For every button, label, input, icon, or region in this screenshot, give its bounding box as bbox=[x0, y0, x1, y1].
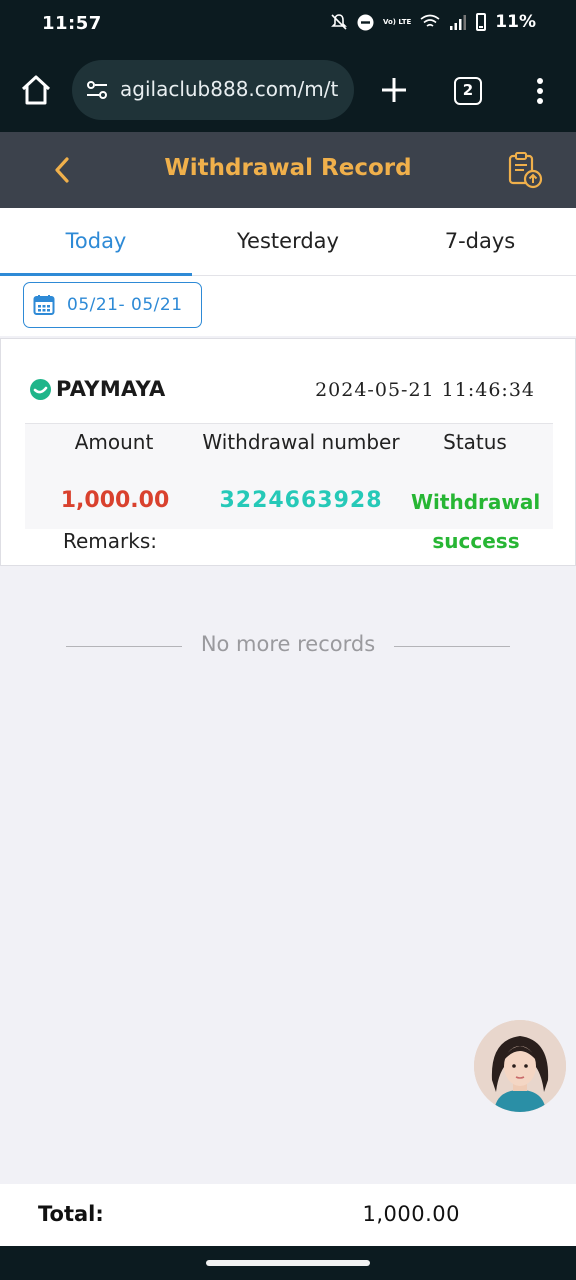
avatar-portrait-icon bbox=[474, 1020, 566, 1112]
date-range-picker[interactable]: 05/21- 05/21 bbox=[23, 282, 202, 328]
record-datetime: 2024-05-21 11:46:34 bbox=[315, 379, 535, 401]
url-text[interactable]: agilaclub888.com/m/t bbox=[120, 77, 338, 101]
tab-today[interactable]: Today bbox=[0, 208, 192, 276]
remarks-label: Remarks: bbox=[63, 529, 158, 553]
header-amount: Amount bbox=[74, 430, 154, 454]
address-bar[interactable]: agilaclub888.com/m/t bbox=[72, 60, 354, 120]
wifi-icon bbox=[420, 14, 440, 27]
header-withdrawal-number: Withdrawal number bbox=[202, 430, 400, 454]
customer-service-avatar[interactable] bbox=[474, 1020, 566, 1112]
site-settings-icon[interactable] bbox=[84, 77, 110, 103]
paymaya-logo-icon bbox=[30, 378, 51, 400]
page-title: Withdrawal Record bbox=[164, 155, 412, 181]
record-amount: 1,000.00 bbox=[60, 488, 170, 513]
system-navigation-bar bbox=[0, 1246, 576, 1280]
date-range-text: 05/21- 05/21 bbox=[67, 295, 183, 315]
tab-yesterday[interactable]: Yesterday bbox=[192, 208, 384, 276]
payment-method: PAYMAYA bbox=[29, 377, 166, 401]
header-status: Status bbox=[443, 430, 507, 454]
date-tabs: Today Yesterday 7-days bbox=[0, 208, 576, 276]
no-more-records-divider: No more records bbox=[66, 630, 510, 660]
total-footer: Total: 1,000.00 bbox=[0, 1184, 576, 1246]
more-menu-icon[interactable] bbox=[530, 76, 550, 106]
no-more-records-text: No more records bbox=[200, 632, 376, 656]
silent-bell-icon bbox=[331, 14, 347, 30]
clipboard-upload-icon[interactable] bbox=[504, 150, 544, 190]
home-gesture-handle[interactable] bbox=[206, 1260, 370, 1266]
record-status-line2: success bbox=[432, 529, 520, 553]
battery-icon bbox=[476, 13, 487, 31]
browser-toolbar: agilaclub888.com/m/t 2 bbox=[0, 48, 576, 132]
total-amount: 1,000.00 bbox=[362, 1202, 460, 1226]
record-status: Withdrawal bbox=[411, 490, 541, 514]
status-bar: 11:57 Vo) LTE 11% bbox=[0, 0, 576, 48]
divider-line-right bbox=[394, 646, 510, 647]
do-not-disturb-icon bbox=[357, 14, 374, 30]
record-withdrawal-number: 3224663928 bbox=[219, 488, 383, 513]
status-icons: Vo) LTE 11% bbox=[330, 12, 536, 32]
calendar-icon bbox=[33, 295, 55, 315]
tab-7-days[interactable]: 7-days bbox=[384, 208, 576, 276]
payment-method-name: PAYMAYA bbox=[56, 377, 166, 401]
withdrawal-record-card: PAYMAYA 2024-05-21 11:46:34 Amount Withd… bbox=[0, 338, 576, 566]
app-header: Withdrawal Record bbox=[0, 132, 576, 208]
battery-percent: 11% bbox=[495, 12, 536, 32]
home-icon[interactable] bbox=[18, 72, 54, 108]
tab-switcher-button[interactable]: 2 bbox=[454, 77, 482, 105]
total-label: Total: bbox=[38, 1202, 104, 1226]
date-filter-bar: 05/21- 05/21 bbox=[0, 276, 576, 336]
new-tab-icon[interactable] bbox=[378, 74, 410, 106]
status-time: 11:57 bbox=[42, 13, 102, 34]
volte-icon: Vo) LTE bbox=[382, 18, 412, 26]
record-details-table: Amount Withdrawal number Status 1,000.00… bbox=[25, 423, 553, 529]
signal-icon bbox=[450, 15, 467, 30]
